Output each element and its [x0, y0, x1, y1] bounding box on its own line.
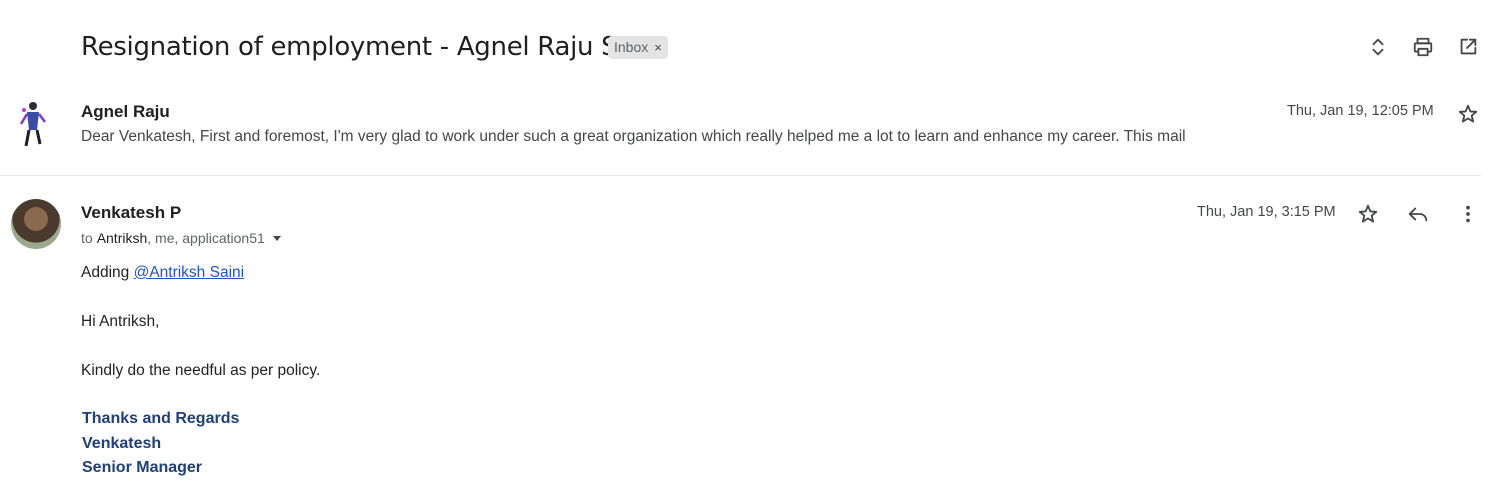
signature-closing: Thanks and Regards: [82, 410, 240, 427]
open-in-new-window-icon[interactable]: [1456, 35, 1480, 59]
recipient-others: , me, application51: [147, 230, 265, 246]
recipients-line: to Antriksh, me, application51: [81, 230, 283, 246]
message-date: Thu, Jan 19, 12:05 PM: [1287, 103, 1434, 119]
body-line: Kindly do the needful as per policy.: [81, 362, 321, 379]
signature-title: Senior Manager: [82, 459, 203, 476]
message-snippet[interactable]: Dear Venkatesh, First and foremost, I'm …: [81, 128, 1186, 146]
sender-name[interactable]: Agnel Raju: [81, 102, 170, 122]
recipients-dropdown-icon[interactable]: [271, 232, 283, 244]
email-subject: Resignation of employment - Agnel Raju S: [81, 32, 618, 62]
body-greeting: Hi Antriksh,: [81, 313, 160, 330]
signature-name: Venkatesh: [82, 435, 162, 452]
inbox-label-chip[interactable]: Inbox ×: [608, 36, 668, 59]
message-divider: [0, 175, 1481, 176]
avatar[interactable]: [18, 100, 48, 152]
adding-text: Adding: [81, 264, 134, 281]
sender-name[interactable]: Venkatesh P: [81, 203, 181, 223]
star-icon[interactable]: [1356, 202, 1380, 226]
star-icon[interactable]: [1456, 102, 1480, 126]
more-options-icon[interactable]: [1456, 202, 1480, 226]
to-prefix: to: [81, 230, 93, 246]
recipient-primary: Antriksh: [96, 230, 148, 246]
avatar[interactable]: [11, 199, 61, 249]
message-date: Thu, Jan 19, 3:15 PM: [1197, 204, 1336, 220]
expand-collapse-icon[interactable]: [1366, 35, 1390, 59]
reply-icon[interactable]: [1406, 202, 1430, 226]
label-text: Inbox: [614, 39, 649, 55]
body-line-adding: Adding @Antriksh Saini: [81, 264, 244, 282]
remove-label-icon[interactable]: ×: [654, 36, 662, 59]
print-icon[interactable]: [1411, 35, 1435, 59]
mention-link[interactable]: @Antriksh Saini: [134, 264, 245, 281]
